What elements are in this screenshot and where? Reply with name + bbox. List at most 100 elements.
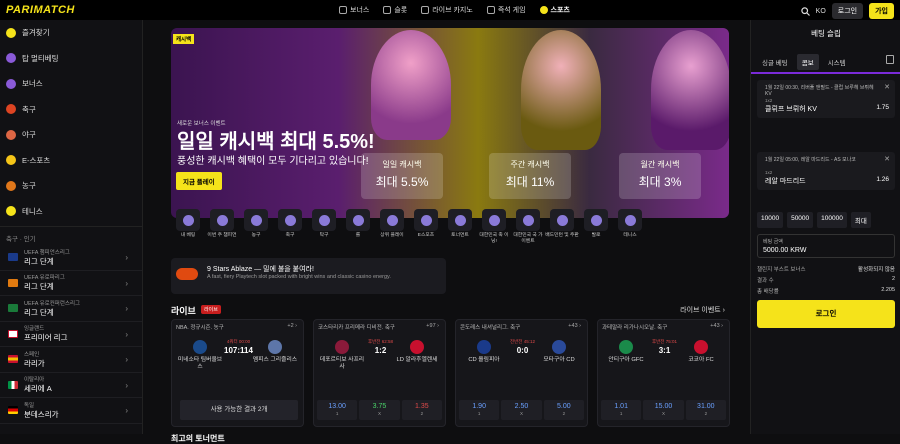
stake-chip[interactable]: 50000 xyxy=(787,212,814,228)
sidebar-item-top-multi[interactable]: 탑 멀티베팅 xyxy=(0,46,142,72)
match-markets-count[interactable]: +97 › xyxy=(426,323,439,329)
match-markets-count[interactable]: +43 › xyxy=(710,323,723,329)
baseball-icon xyxy=(6,129,16,140)
nav-slots[interactable]: 슬롯 xyxy=(383,5,407,15)
tab-system[interactable]: 시스템 xyxy=(823,54,851,70)
odds-button[interactable]: 15.00 X xyxy=(643,400,684,420)
tab-single[interactable]: 싱글 베팅 xyxy=(757,54,793,70)
available-results-button[interactable]: 사용 가능한 결과 2개 xyxy=(180,400,298,420)
odds-button[interactable]: 1.35 2 xyxy=(401,400,442,420)
odds-button[interactable]: 1.90 1 xyxy=(459,400,500,420)
sport-shortcut[interactable]: 상위 플레이 xyxy=(375,209,409,249)
sidebar-item-favorites[interactable]: 즐겨찾기 xyxy=(0,20,142,46)
stake-input[interactable]: 베팅 금액 5000.00 KRW xyxy=(757,234,895,258)
league-name: 프리미어 리그 xyxy=(24,333,68,343)
close-icon[interactable]: ✕ xyxy=(884,83,890,91)
sport-label: 대한민국 축 이닝! xyxy=(479,233,509,244)
game-promo-title: 9 Stars Ablaze — 밀에 불을 붙여라! xyxy=(207,266,314,273)
promo-monthly: 월간 캐시백 최대 3% xyxy=(619,153,701,199)
promo-weekly: 주간 캐시백 최대 11% xyxy=(489,153,571,199)
sidebar-league[interactable]: 독일 분데스리가 › xyxy=(0,398,142,424)
sidebar-league[interactable]: 이탈리아 세리에 A › xyxy=(0,373,142,398)
bet-slip-login-button[interactable]: 로그인 xyxy=(757,300,895,328)
sport-label: 축구 xyxy=(285,233,295,238)
match-status: 4쿼터 00:00 xyxy=(226,339,251,344)
stake-chip[interactable]: 최대 xyxy=(850,212,871,228)
sidebar-league[interactable]: UEFA 유로컨퍼런스리그 리그 단계 › xyxy=(0,296,142,322)
sidebar-item-label: 축구 xyxy=(22,104,36,114)
italy-flag-icon xyxy=(8,380,18,389)
match-card[interactable]: 코스타리카 프리메라 디비전. 축구 +97 › 후반전 62:58 1:2 데… xyxy=(313,319,446,427)
league-country: UEFA 유로컨퍼런스리그 xyxy=(24,300,81,307)
sidebar-league[interactable]: UEFA 유로파리그 리그 단계 › xyxy=(0,271,142,296)
match-card[interactable]: 콘도레스 내셔널리그. 축구 +43 › 전반전 45:12 0:0 CD 올림… xyxy=(455,319,588,427)
match-card[interactable]: 과테말라 리가나시오날. 축구 +43 › 후반전 75:01 3:1 안티구아… xyxy=(597,319,730,427)
sidebar-league[interactable]: 잉글랜드 프리미어 리그 › xyxy=(0,322,142,347)
match-markets-count[interactable]: +2 › xyxy=(287,323,297,329)
search-icon[interactable] xyxy=(800,6,810,16)
sport-shortcut[interactable]: E스포츠 xyxy=(409,209,443,249)
odds-button[interactable]: 31.00 2 xyxy=(685,400,726,420)
sport-shortcut[interactable]: 대한민국 국 가 이벤트 xyxy=(511,209,545,249)
odds-value: 13.00 xyxy=(328,403,346,410)
odds-button[interactable]: 1.01 1 xyxy=(601,400,642,420)
sidebar-league[interactable]: UEFA 챔피언스리그 리그 단계 › xyxy=(0,245,142,271)
odds-button[interactable]: 2.50 X xyxy=(501,400,542,420)
match-markets-count[interactable]: +43 › xyxy=(568,323,581,329)
nav-label: 슬롯 xyxy=(394,7,408,14)
nav-sports[interactable]: 스포츠 xyxy=(539,5,570,15)
trash-icon[interactable] xyxy=(886,55,894,64)
promo-label: 일일 캐시백 xyxy=(382,160,422,169)
chevron-right-icon: › xyxy=(125,329,128,339)
play-now-button[interactable]: 지금 플레이 xyxy=(176,172,222,190)
sport-shortcut[interactable]: 롤 xyxy=(341,209,375,249)
stake-chip[interactable]: 100000 xyxy=(817,212,847,228)
sport-shortcut[interactable]: 내 베팅 xyxy=(171,209,205,249)
sport-shortcut[interactable]: 탁구 xyxy=(307,209,341,249)
odds-value: 1.90 xyxy=(472,403,486,410)
sidebar-item-baseball[interactable]: 야구 xyxy=(0,122,142,148)
sport-shortcut[interactable]: 이번 주 챔피언 xyxy=(205,209,239,249)
team-logo xyxy=(552,340,566,354)
sport-shortcut[interactable]: 테니스 xyxy=(613,209,647,249)
stake-label: 베팅 금액 xyxy=(763,239,783,245)
team-away: 모타구아 CD xyxy=(543,357,575,363)
sport-shortcut[interactable]: 토너먼트 xyxy=(443,209,477,249)
promo-value: 최대 5.5% xyxy=(375,175,429,189)
sidebar-item-basketball[interactable]: 농구 xyxy=(0,173,142,199)
sidebar-item-football[interactable]: 축구 xyxy=(0,97,142,123)
sidebar-item-label: 테니스 xyxy=(22,206,43,216)
sidebar-item-label: 보너스 xyxy=(22,79,43,89)
tab-combo[interactable]: 콤보 xyxy=(796,54,819,70)
live-events-link[interactable]: 라이브 이벤트 › xyxy=(680,305,725,315)
game-promo-card[interactable]: 9 Stars Ablaze — 밀에 불을 붙여라! A fast, fier… xyxy=(171,258,446,294)
language-selector[interactable]: KO xyxy=(816,8,826,15)
odds-button[interactable]: 3.75 X xyxy=(359,400,400,420)
league-country: 이탈리아 xyxy=(24,377,45,384)
nav-live-casino[interactable]: 라이브 카지노 xyxy=(421,5,473,15)
odds-button[interactable]: 13.00 1 xyxy=(317,400,358,420)
sidebar-item-label: E-스포츠 xyxy=(22,155,51,165)
close-icon[interactable]: ✕ xyxy=(884,155,890,163)
sport-shortcut[interactable]: 대한민국 축 이닝! xyxy=(477,209,511,249)
sidebar-item-bonus[interactable]: 보너스 xyxy=(0,71,142,97)
match-card[interactable]: NBA. 정규시즌. 농구 +2 › 4쿼터 00:00 107:114 미네소… xyxy=(171,319,304,427)
sidebar-item-tennis[interactable]: 테니스 xyxy=(0,199,142,225)
odds-button[interactable]: 5.00 2 xyxy=(543,400,584,420)
join-button[interactable]: 가입 xyxy=(869,3,894,19)
nav-instant-games[interactable]: 즉석 게임 xyxy=(486,5,526,15)
odds-value: 1.35 xyxy=(415,403,429,410)
promo-banner[interactable]: 일일 캐시백 최대 5.5% 주간 캐시백 최대 11% 월간 캐시백 최대 3% 캐… xyxy=(171,28,729,218)
sport-label: 발로 xyxy=(591,233,601,238)
sport-shortcut[interactable]: 농구 xyxy=(239,209,273,249)
login-button[interactable]: 로그인 xyxy=(831,3,864,19)
sidebar-item-esports[interactable]: E-스포츠 xyxy=(0,148,142,174)
stake-chip[interactable]: 10000 xyxy=(757,212,784,228)
sport-shortcut[interactable]: 배드민턴 및 주판 xyxy=(545,209,579,249)
logo[interactable]: PARIMATCH xyxy=(6,4,75,16)
sidebar-league[interactable]: 스페인 라리가 › xyxy=(0,347,142,373)
sport-shortcut[interactable]: 축구 xyxy=(273,209,307,249)
nav-bonus[interactable]: 보너스 xyxy=(339,5,369,15)
sport-shortcut[interactable]: 발로 xyxy=(579,209,613,249)
trophy-icon xyxy=(454,214,466,226)
